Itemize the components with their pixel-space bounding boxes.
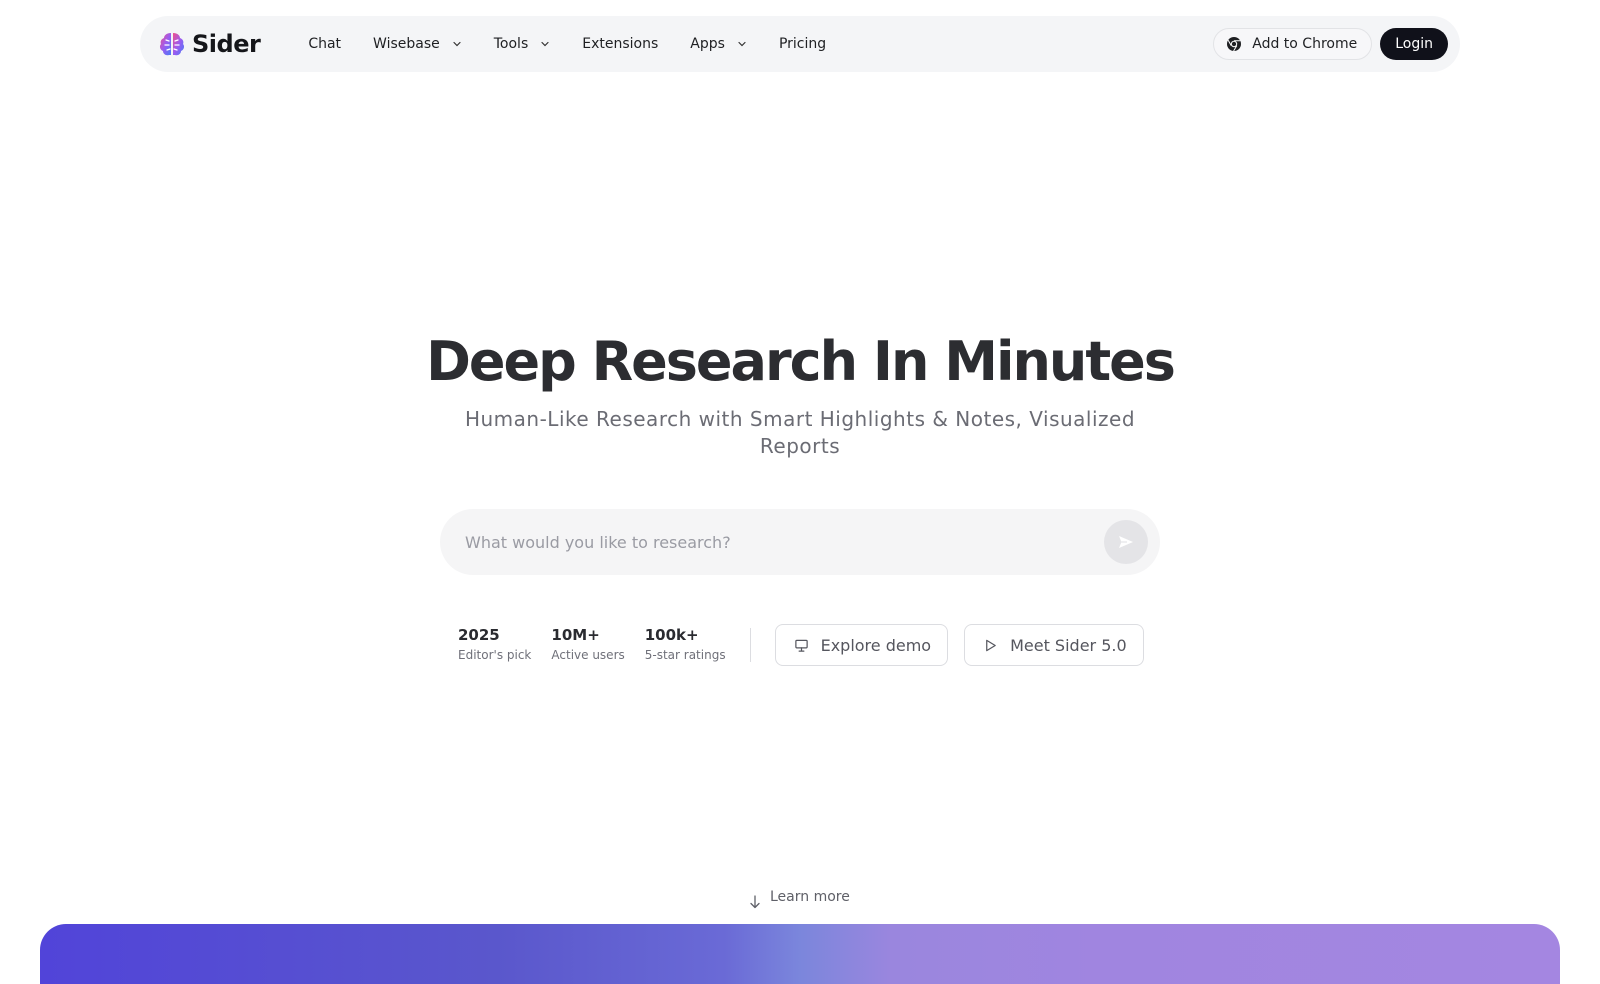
chevron-down-icon [452,39,462,49]
stat-label: Editor's pick [458,647,532,662]
hero-subtitle: Human-Like Research with Smart Highlight… [464,407,1136,458]
nav-item-label: Apps [690,36,725,52]
feature-banner [40,924,1560,984]
stat-value: 100k+ [644,625,699,644]
meet-sider-label: Meet Sider 5.0 [1010,635,1127,655]
stat-label: 5-star ratings [644,647,726,662]
nav-item-tools[interactable]: Tools [478,26,567,62]
stats-and-actions: 2025 Editor's pick 10M+ Active users 100… [458,624,1160,666]
stat-ratings: 100k+ 5-star ratings [645,626,726,665]
vertical-divider [749,628,751,662]
top-navbar: Sider Chat Wisebase Tools Extensions App… [140,16,1460,72]
presentation-icon [794,638,809,653]
play-icon [983,638,998,653]
nav-item-label: Tools [493,36,529,52]
research-input[interactable] [465,532,1104,552]
stat-editors-pick: 2025 Editor's pick [458,626,531,665]
nav-item-wisebase[interactable]: Wisebase [357,26,478,62]
stat-value: 2025 [458,625,500,644]
brand-name: Sider [192,30,261,58]
add-to-chrome-button[interactable]: Add to Chrome [1213,28,1373,60]
stat-active-users: 10M+ Active users [551,626,624,665]
explore-demo-label: Explore demo [820,635,932,655]
nav-item-apps[interactable]: Apps [674,26,763,62]
nav-item-label: Wisebase [373,36,440,52]
learn-more-label: Learn more [770,889,850,905]
page-title: Deep Research In Minutes [426,330,1176,393]
login-button[interactable]: Login [1380,28,1448,60]
nav-item-pricing[interactable]: Pricing [763,26,842,62]
stat-value: 10M+ [551,625,600,644]
brand-logo-link[interactable]: Sider [158,30,261,58]
chrome-icon [1226,36,1242,52]
brain-logo-icon [158,30,186,58]
nav-actions: Add to Chrome Login [1213,28,1448,60]
learn-more-link[interactable]: Learn more [748,884,850,910]
meet-sider-button[interactable]: Meet Sider 5.0 [964,624,1144,666]
arrow-down-icon [748,884,762,910]
stat-label: Active users [551,647,625,662]
explore-demo-button[interactable]: Explore demo [774,624,949,666]
nav-item-label: Extensions [582,36,659,52]
nav-item-label: Chat [308,36,342,52]
chevron-down-icon [737,39,747,49]
nav-item-label: Pricing [778,36,827,52]
main-menu: Chat Wisebase Tools Extensions Apps Pric… [292,26,842,62]
add-to-chrome-label: Add to Chrome [1252,36,1358,52]
nav-item-chat[interactable]: Chat [292,26,357,62]
send-icon [1117,533,1135,551]
nav-item-extensions[interactable]: Extensions [566,26,674,62]
send-button[interactable] [1104,520,1148,564]
research-search-bar [440,509,1160,575]
chevron-down-icon [540,39,550,49]
